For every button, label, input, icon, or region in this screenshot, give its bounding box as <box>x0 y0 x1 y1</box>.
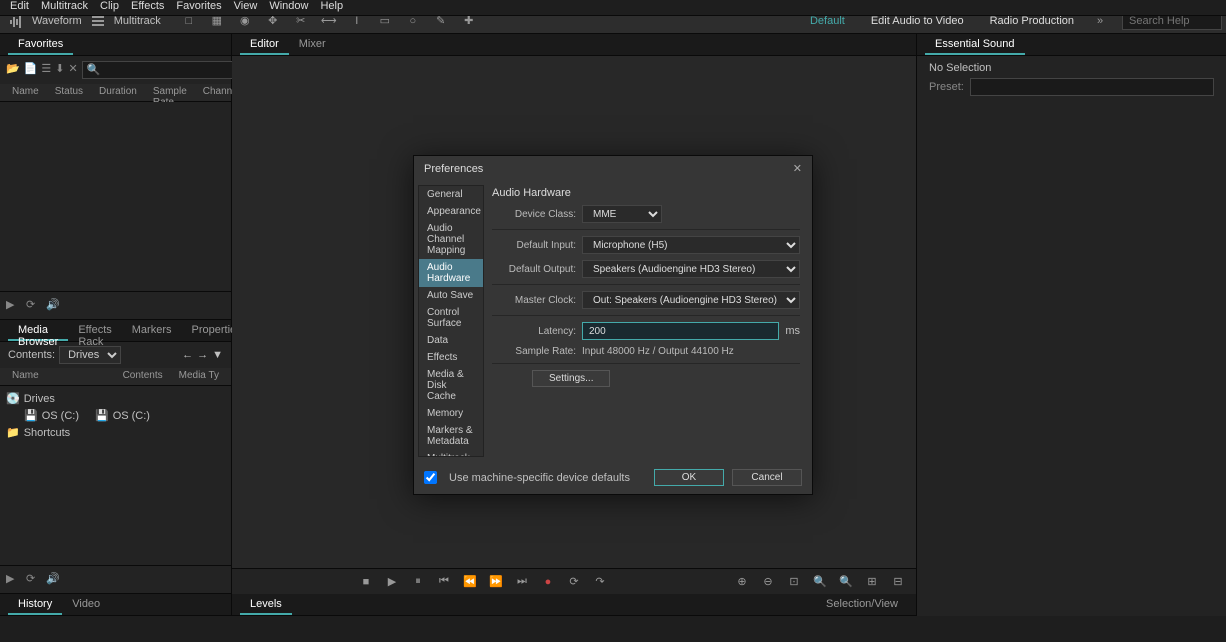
master-clock-label: Master Clock: <box>492 295 576 306</box>
pref-cat-memory[interactable]: Memory <box>419 405 483 422</box>
pref-cat-general[interactable]: General <box>419 186 483 203</box>
pref-cat-auto-save[interactable]: Auto Save <box>419 287 483 304</box>
cancel-button[interactable]: Cancel <box>732 469 802 486</box>
pref-cat-markers-metadata[interactable]: Markers & Metadata <box>419 422 483 450</box>
device-class-dropdown[interactable]: MME <box>582 205 662 223</box>
ok-button[interactable]: OK <box>654 469 724 486</box>
device-class-label: Device Class: <box>492 209 576 220</box>
device-settings-button[interactable]: Settings... <box>532 370 610 387</box>
default-output-dropdown[interactable]: Speakers (Audioengine HD3 Stereo) <box>582 260 800 278</box>
preferences-content: Audio Hardware Device Class: MME Default… <box>488 181 812 461</box>
pref-cat-media-disk-cache[interactable]: Media & Disk Cache <box>419 366 483 405</box>
close-button[interactable]: ✕ <box>793 162 802 175</box>
sample-rate-value: Input 48000 Hz / Output 44100 Hz <box>582 346 734 357</box>
latency-label: Latency: <box>492 326 576 337</box>
pref-cat-control-surface[interactable]: Control Surface <box>419 304 483 332</box>
pref-heading: Audio Hardware <box>492 187 800 199</box>
default-output-label: Default Output: <box>492 264 576 275</box>
preferences-category-list[interactable]: General Appearance Audio Channel Mapping… <box>418 185 484 457</box>
latency-unit: ms <box>785 325 800 337</box>
pref-cat-audio-hardware[interactable]: Audio Hardware <box>419 259 483 287</box>
default-input-label: Default Input: <box>492 240 576 251</box>
default-input-dropdown[interactable]: Microphone (H5) <box>582 236 800 254</box>
machine-specific-checkbox[interactable] <box>424 471 437 484</box>
machine-specific-label: Use machine-specific device defaults <box>449 472 630 484</box>
latency-input[interactable] <box>582 322 779 340</box>
pref-cat-multitrack[interactable]: Multitrack <box>419 450 483 457</box>
sample-rate-label: Sample Rate: <box>492 346 576 357</box>
master-clock-dropdown[interactable]: Out: Speakers (Audioengine HD3 Stereo) <box>582 291 800 309</box>
preferences-dialog: Preferences ✕ General Appearance Audio C… <box>413 155 813 495</box>
pref-cat-audio-channel-mapping[interactable]: Audio Channel Mapping <box>419 220 483 259</box>
dialog-title: Preferences <box>424 163 793 175</box>
modal-overlay: Preferences ✕ General Appearance Audio C… <box>0 8 1226 642</box>
pref-cat-data[interactable]: Data <box>419 332 483 349</box>
pref-cat-effects[interactable]: Effects <box>419 349 483 366</box>
pref-cat-appearance[interactable]: Appearance <box>419 203 483 220</box>
